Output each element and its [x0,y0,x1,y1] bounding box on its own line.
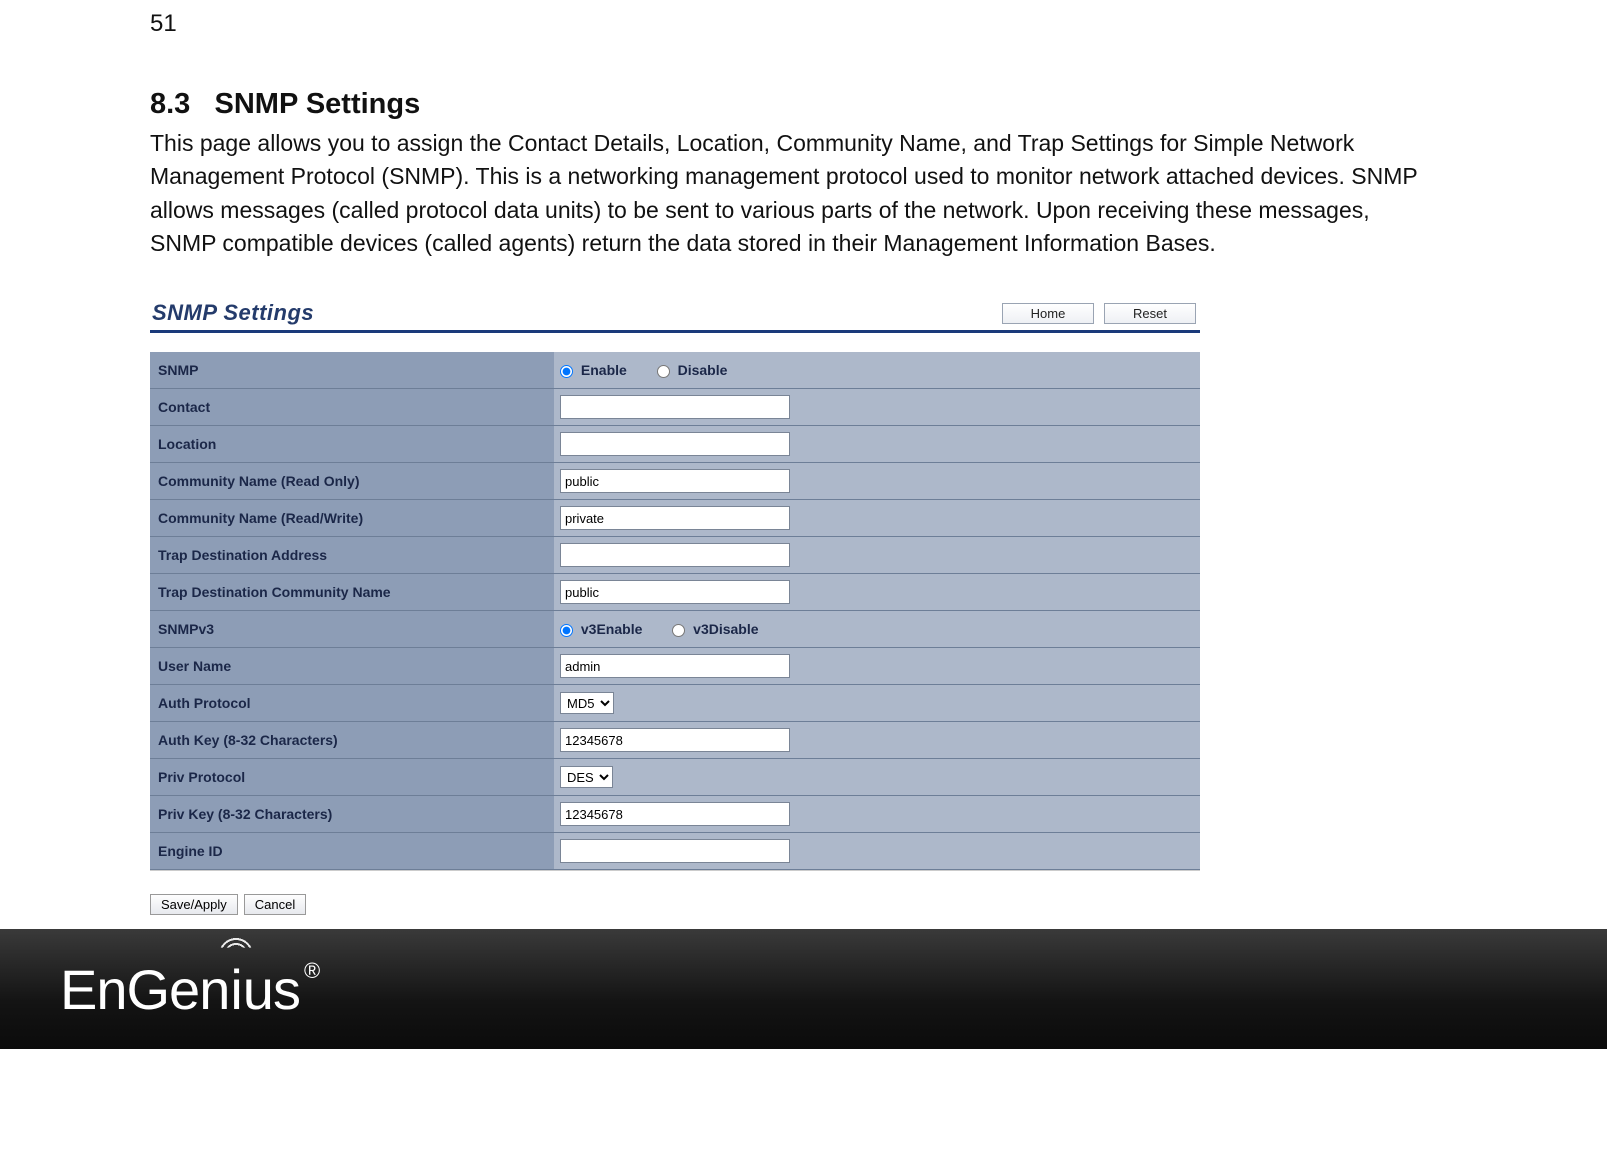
label-trap-comm: Trap Destination Community Name [150,574,554,611]
snmp-disable-radio[interactable] [657,365,670,378]
row-contact: Contact [150,389,1200,426]
label-comm-ro: Community Name (Read Only) [150,463,554,500]
row-auth-proto: Auth Protocol MD5 [150,685,1200,722]
user-input[interactable] [560,654,790,678]
row-user: User Name [150,648,1200,685]
row-priv-key: Priv Key (8-32 Characters) [150,796,1200,833]
comm-rw-input[interactable] [560,506,790,530]
row-engine: Engine ID [150,833,1200,870]
brand-text-1: EnGen [60,957,229,1022]
save-apply-button[interactable]: Save/Apply [150,894,238,915]
brand-logo: EnGenius® [60,957,319,1022]
row-trap-addr: Trap Destination Address [150,537,1200,574]
label-snmpv3: SNMPv3 [150,611,554,648]
row-location: Location [150,426,1200,463]
row-snmpv3: SNMPv3 v3Enable v3Disable [150,611,1200,648]
priv-key-input[interactable] [560,802,790,826]
label-engine: Engine ID [150,833,554,870]
trap-addr-input[interactable] [560,543,790,567]
row-snmp: SNMP Enable Disable [150,352,1200,389]
row-priv-proto: Priv Protocol DES [150,759,1200,796]
snmp-enable-label: Enable [581,362,627,378]
comm-ro-input[interactable] [560,469,790,493]
home-button[interactable]: Home [1002,303,1094,324]
label-trap-addr: Trap Destination Address [150,537,554,574]
label-location: Location [150,426,554,463]
snmpv3-disable-radio[interactable] [672,624,685,637]
auth-proto-select[interactable]: MD5 [560,692,614,714]
snmp-table: SNMP Enable Disable Contact Location Com… [150,351,1200,870]
snmp-enable-radio[interactable] [560,365,573,378]
snmpv3-enable-radio[interactable] [560,624,573,637]
contact-input[interactable] [560,395,790,419]
row-trap-comm: Trap Destination Community Name [150,574,1200,611]
section-number: 8.3 [150,88,190,120]
cancel-button[interactable]: Cancel [244,894,306,915]
section-heading: 8.3 SNMP Settings [150,88,1450,121]
snmpv3-enable-label: v3Enable [581,621,642,637]
label-contact: Contact [150,389,554,426]
page-footer: EnGenius® [0,929,1607,1049]
location-input[interactable] [560,432,790,456]
registered-mark: ® [304,958,319,984]
label-auth-key: Auth Key (8-32 Characters) [150,722,554,759]
row-auth-key: Auth Key (8-32 Characters) [150,722,1200,759]
auth-key-input[interactable] [560,728,790,752]
section-body: This page allows you to assign the Conta… [150,127,1440,260]
wifi-icon: i [229,957,242,1022]
brand-text-2: us [243,957,300,1022]
snmpv3-disable-label: v3Disable [693,621,758,637]
reset-button[interactable]: Reset [1104,303,1196,324]
trap-comm-input[interactable] [560,580,790,604]
label-auth-proto: Auth Protocol [150,685,554,722]
priv-proto-select[interactable]: DES [560,766,613,788]
label-snmp: SNMP [150,352,554,389]
panel-title: SNMP Settings [152,300,314,326]
snmp-settings-screenshot: SNMP Settings Home Reset SNMP Enable Dis… [150,300,1200,915]
label-priv-key: Priv Key (8-32 Characters) [150,796,554,833]
section-title: SNMP Settings [215,88,421,120]
snmp-disable-label: Disable [678,362,728,378]
row-comm-ro: Community Name (Read Only) [150,463,1200,500]
label-comm-rw: Community Name (Read/Write) [150,500,554,537]
engine-input[interactable] [560,839,790,863]
row-comm-rw: Community Name (Read/Write) [150,500,1200,537]
page-number: 51 [150,10,1450,38]
label-user: User Name [150,648,554,685]
label-priv-proto: Priv Protocol [150,759,554,796]
